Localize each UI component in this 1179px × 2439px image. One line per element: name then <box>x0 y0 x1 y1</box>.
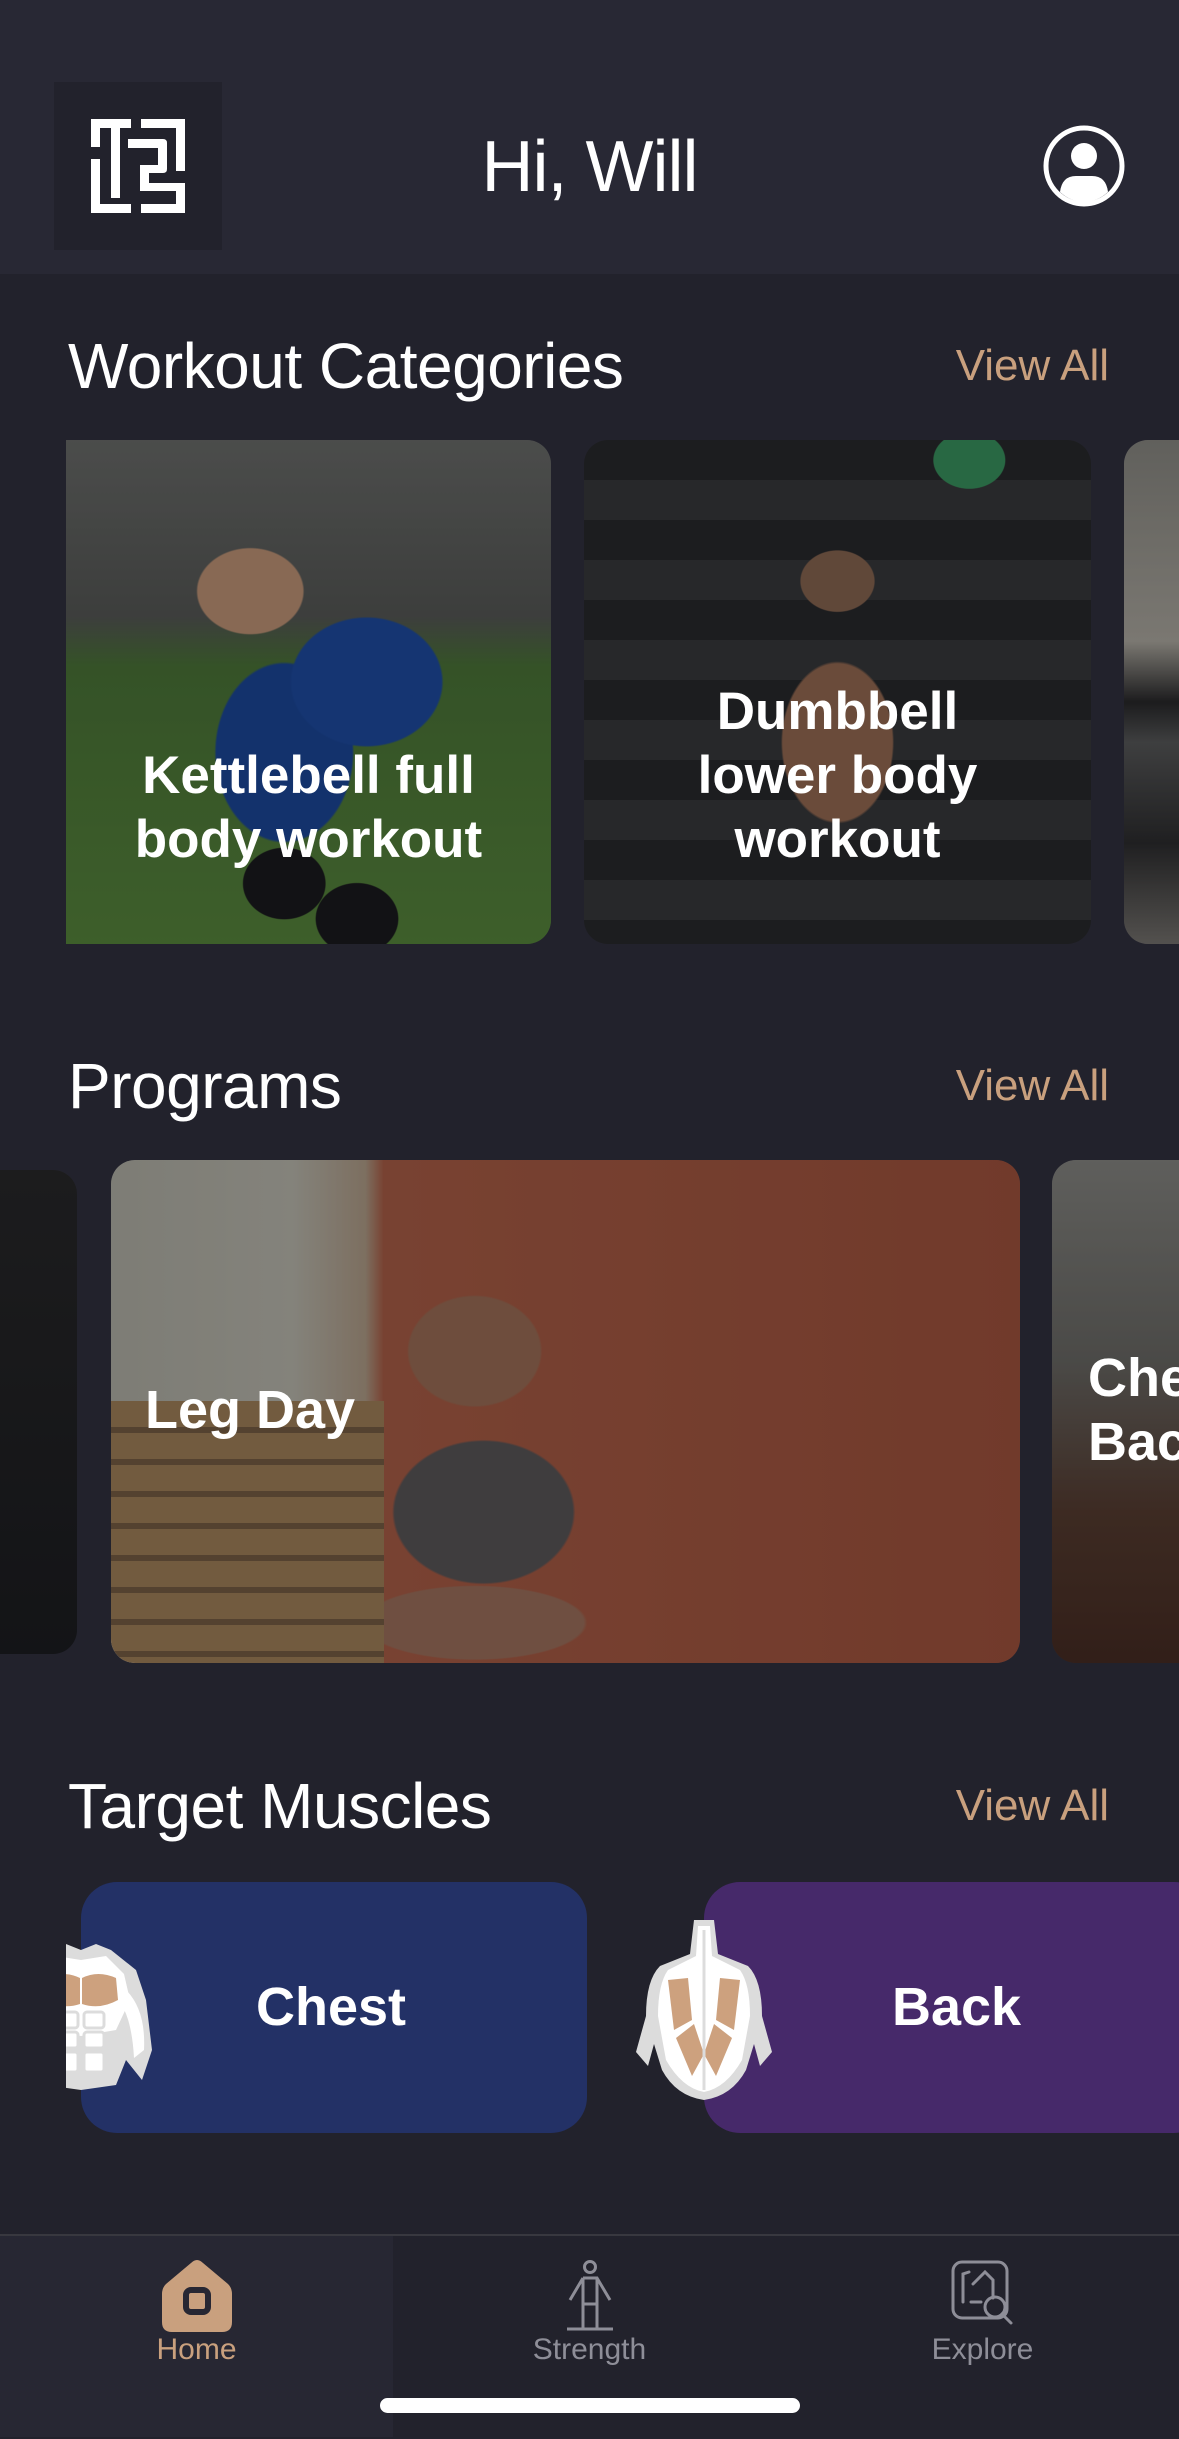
tab-home[interactable]: Home <box>0 2252 393 2372</box>
view-all-programs[interactable]: View All <box>956 1056 1109 1116</box>
workout-category-title: Dumbbell lower body workout <box>697 682 978 869</box>
muscle-card-label: Back <box>892 1977 1022 2037</box>
section-title-programs: Programs <box>68 1050 342 1122</box>
program-card[interactable]: Che Bac <box>1052 1160 1179 1663</box>
section-title-target-muscles: Target Muscles <box>68 1770 492 1842</box>
tab-strength[interactable]: Strength <box>393 2252 786 2372</box>
program-title: Che Bac <box>1088 1348 1179 1472</box>
profile-button[interactable] <box>1042 124 1126 208</box>
muscle-card-label: Chest <box>256 1977 407 2037</box>
tab-label: Strength <box>532 2333 647 2366</box>
tab-label: Explore <box>931 2333 1034 2366</box>
explore-search-icon <box>951 2260 1012 2325</box>
program-card[interactable] <box>0 1170 77 1654</box>
workout-category-card[interactable]: Kettlebell full body workout <box>66 440 551 944</box>
section-title-workout-categories: Workout Categories <box>68 330 624 402</box>
view-all-target-muscles[interactable]: View All <box>956 1776 1109 1836</box>
workout-category-card[interactable]: Dumbbell lower body workout <box>584 440 1091 944</box>
home-indicator <box>380 2398 800 2413</box>
tab-explore[interactable]: Explore <box>786 2252 1179 2372</box>
program-card[interactable]: Leg Day <box>111 1160 1020 1663</box>
program-title: Leg Day <box>145 1380 356 1440</box>
view-all-workout-categories[interactable]: View All <box>956 336 1109 396</box>
user-circle-icon <box>1043 125 1125 207</box>
workout-category-card[interactable] <box>1124 440 1179 944</box>
home-icon <box>161 2260 232 2332</box>
tab-label: Home <box>156 2333 237 2366</box>
greeting-title: Hi, Will <box>481 127 699 207</box>
back-muscle-icon <box>622 1920 786 2100</box>
workout-category-title: Kettlebell full body workout <box>134 746 483 869</box>
chest-muscle-icon <box>66 1940 166 2090</box>
body-figure-icon <box>566 2260 613 2331</box>
